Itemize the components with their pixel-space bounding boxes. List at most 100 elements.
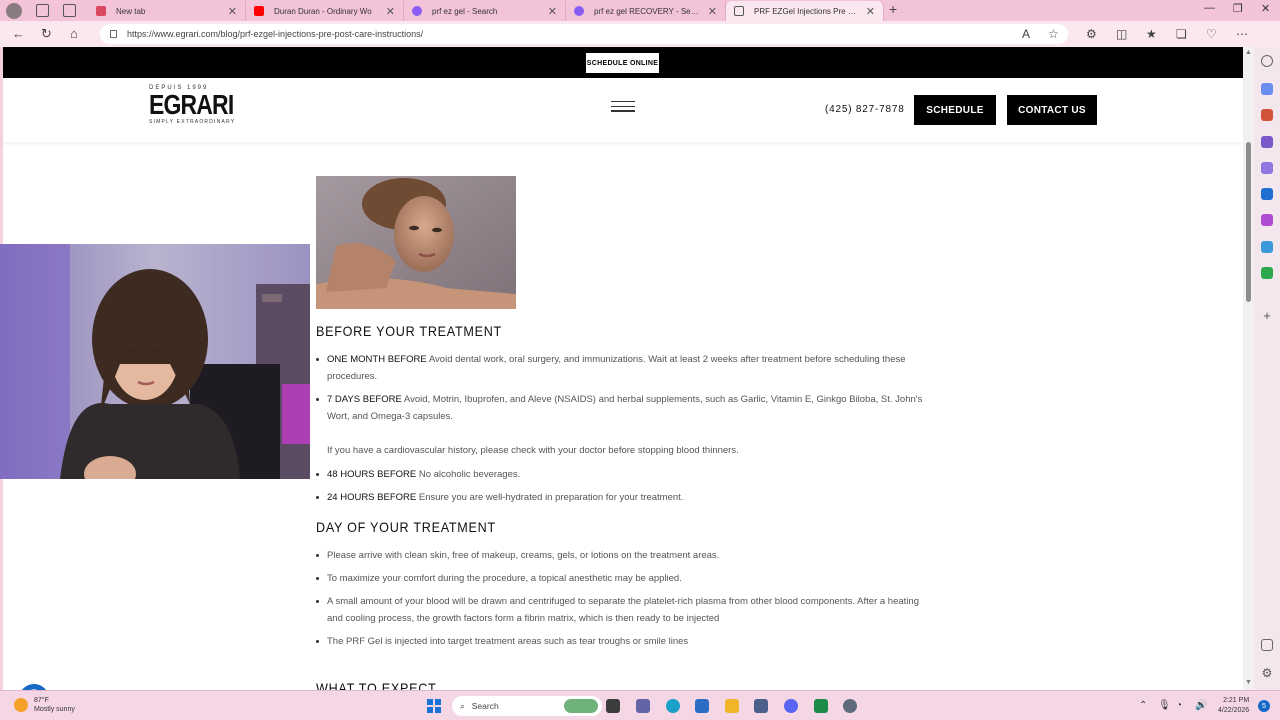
sidebar-tools-icon[interactable] bbox=[1261, 136, 1273, 148]
weather-desc: Mostly sunny bbox=[34, 706, 75, 713]
sidebar-outlook-icon[interactable] bbox=[1261, 188, 1273, 200]
tab-label: Duran Duran - Ordinary Wo bbox=[274, 6, 372, 16]
page-scrollbar[interactable]: ▲ ▼ bbox=[1243, 47, 1254, 690]
hamburger-menu-icon[interactable] bbox=[611, 101, 635, 113]
microphone-icon[interactable]: 🎙 bbox=[1158, 700, 1171, 711]
close-tab-icon[interactable]: ✕ bbox=[228, 5, 237, 18]
sidebar-settings-icon[interactable]: ⚙ bbox=[1261, 667, 1273, 679]
list-item: 48 HOURS BEFORE No alcoholic beverages. bbox=[316, 466, 936, 483]
favorite-star-icon[interactable]: ☆ bbox=[1048, 27, 1059, 41]
discord-icon[interactable] bbox=[784, 699, 798, 713]
weather-temp: 87°F bbox=[34, 697, 49, 704]
phone-link[interactable]: (425) 827-7878 bbox=[825, 104, 905, 115]
cardio-note: If you have a cardiovascular history, pl… bbox=[327, 445, 739, 456]
before-list: ONE MONTH BEFORE Avoid dental work, oral… bbox=[316, 351, 936, 425]
search-highlight-icon bbox=[564, 699, 598, 713]
lock-icon bbox=[110, 30, 117, 38]
refresh-icon[interactable]: ↻ bbox=[41, 26, 52, 42]
clock-date: 4/22/2026 bbox=[1218, 707, 1250, 714]
tab-active-egrari[interactable]: PRF EZGel Injections Pre + Post ✕ bbox=[726, 1, 884, 21]
logo-brand: EGRARI bbox=[149, 89, 234, 120]
schedule-online-button[interactable]: SCHEDULE ONLINE bbox=[586, 53, 659, 73]
task-view-icon[interactable] bbox=[606, 699, 620, 713]
item-label: 48 HOURS BEFORE bbox=[327, 469, 417, 480]
taskbar-search[interactable]: ⌕ Search bbox=[452, 696, 602, 716]
schedule-button[interactable]: SCHEDULE bbox=[914, 95, 996, 125]
windows-start-icon[interactable] bbox=[427, 699, 441, 713]
close-tab-icon[interactable]: ✕ bbox=[708, 5, 717, 18]
extensions-icon[interactable]: ⚙ bbox=[1086, 27, 1097, 41]
what-to-expect-heading: WHAT TO EXPECT bbox=[316, 680, 437, 690]
close-tab-icon[interactable]: ✕ bbox=[548, 5, 557, 18]
store-icon[interactable] bbox=[695, 699, 709, 713]
minimize-icon[interactable]: — bbox=[1204, 2, 1215, 14]
close-tab-icon[interactable]: ✕ bbox=[386, 5, 395, 18]
item-text: No alcoholic beverages. bbox=[416, 469, 521, 480]
tab-youtube[interactable]: Duran Duran - Ordinary Wo ✕ bbox=[246, 1, 404, 21]
sidebar-drop-icon[interactable] bbox=[1261, 241, 1273, 253]
teams-icon[interactable] bbox=[636, 699, 650, 713]
edge-browser-icon[interactable] bbox=[666, 699, 680, 713]
sidebar-shopping-icon[interactable] bbox=[1261, 109, 1273, 121]
tray-chevron-icon[interactable]: ⌃ bbox=[1139, 700, 1147, 711]
file-explorer-icon[interactable] bbox=[725, 699, 739, 713]
more-menu-icon[interactable]: ⋯ bbox=[1236, 27, 1248, 41]
tab-label: New tab bbox=[116, 6, 146, 16]
close-tab-icon[interactable]: ✕ bbox=[866, 5, 875, 18]
notification-badge[interactable]: 5 bbox=[1258, 700, 1270, 712]
list-item: Please arrive with clean skin, free of m… bbox=[316, 547, 936, 564]
tab-actions-icon[interactable] bbox=[63, 4, 76, 17]
sidebar-copilot-icon[interactable] bbox=[1261, 83, 1273, 95]
site-header: DEPUIS 1999 EGRARI SIMPLY EXTRAORDINARY … bbox=[3, 78, 1243, 142]
day-list: Please arrive with clean skin, free of m… bbox=[316, 547, 936, 650]
item-label: 7 DAYS BEFORE bbox=[327, 394, 402, 405]
sidebar-app-icon[interactable] bbox=[1261, 267, 1273, 279]
new-tab-button[interactable]: + bbox=[889, 1, 897, 17]
edge-sidebar: + ⚙ bbox=[1254, 47, 1280, 690]
weather-widget[interactable]: 87°F Mostly sunny bbox=[14, 696, 75, 714]
read-aloud-icon[interactable]: A bbox=[1022, 27, 1030, 41]
contact-us-button[interactable]: CONTACT US bbox=[1007, 95, 1097, 125]
close-window-icon[interactable]: ✕ bbox=[1261, 2, 1270, 15]
scrollbar-thumb[interactable] bbox=[1246, 142, 1251, 302]
tab-new-tab[interactable]: New tab ✕ bbox=[88, 1, 246, 21]
search-favicon-icon bbox=[412, 6, 422, 16]
page-favicon-icon bbox=[734, 6, 744, 16]
collections-icon[interactable]: ❏ bbox=[1176, 27, 1187, 41]
home-icon[interactable]: ⌂ bbox=[70, 26, 78, 41]
wifi-icon[interactable]: ◔ bbox=[1176, 700, 1182, 711]
restore-icon[interactable]: ❐ bbox=[1233, 2, 1243, 15]
sun-icon bbox=[14, 698, 28, 712]
search-icon: ⌕ bbox=[460, 700, 465, 711]
split-screen-icon[interactable]: ◫ bbox=[1116, 27, 1127, 41]
sidebar-designer-icon[interactable] bbox=[1261, 214, 1273, 226]
tab-label: prf ez gel - Search bbox=[432, 6, 498, 16]
tab-label: prf ez gel RECOVERY - Search bbox=[594, 6, 702, 16]
sidebar-add-icon[interactable]: + bbox=[1261, 309, 1273, 322]
sidebar-search-icon[interactable] bbox=[1261, 55, 1273, 67]
url-field[interactable]: https://www.egrari.com/blog/prf-ezgel-in… bbox=[100, 24, 1068, 44]
tab-search-1[interactable]: prf ez gel - Search ✕ bbox=[404, 1, 566, 21]
tab-bar: New tab ✕ Duran Duran - Ordinary Wo ✕ pr… bbox=[0, 0, 1280, 21]
workspaces-icon[interactable] bbox=[36, 4, 49, 17]
back-icon[interactable]: ← bbox=[12, 26, 25, 41]
search-favicon-icon bbox=[574, 6, 584, 16]
favorites-icon[interactable]: ★ bbox=[1146, 27, 1157, 41]
list-item: ONE MONTH BEFORE Avoid dental work, oral… bbox=[316, 351, 936, 385]
app-icon[interactable] bbox=[754, 699, 768, 713]
taskbar-clock[interactable]: 2:21 PM 4/22/2026 bbox=[1218, 696, 1249, 716]
tab-search-2[interactable]: prf ez gel RECOVERY - Search ✕ bbox=[566, 1, 726, 21]
app-green-icon[interactable] bbox=[814, 699, 828, 713]
egrari-logo[interactable]: DEPUIS 1999 EGRARI SIMPLY EXTRAORDINARY bbox=[149, 85, 239, 125]
settings-icon[interactable] bbox=[843, 699, 857, 713]
day-of-treatment-heading: DAY OF YOUR TREATMENT bbox=[316, 519, 496, 535]
sidebar-games-icon[interactable] bbox=[1261, 162, 1273, 174]
volume-icon[interactable]: 🔊 bbox=[1195, 700, 1207, 711]
item-label: ONE MONTH BEFORE bbox=[327, 354, 427, 365]
item-label: 24 HOURS BEFORE bbox=[327, 492, 417, 503]
list-item: 7 DAYS BEFORE Avoid, Motrin, Ibuprofen, … bbox=[316, 391, 936, 425]
youtube-icon bbox=[254, 6, 264, 16]
browser-essentials-icon[interactable]: ♡ bbox=[1206, 27, 1217, 41]
sidebar-layout-icon[interactable] bbox=[1261, 639, 1273, 651]
profile-avatar-icon[interactable] bbox=[6, 3, 22, 19]
